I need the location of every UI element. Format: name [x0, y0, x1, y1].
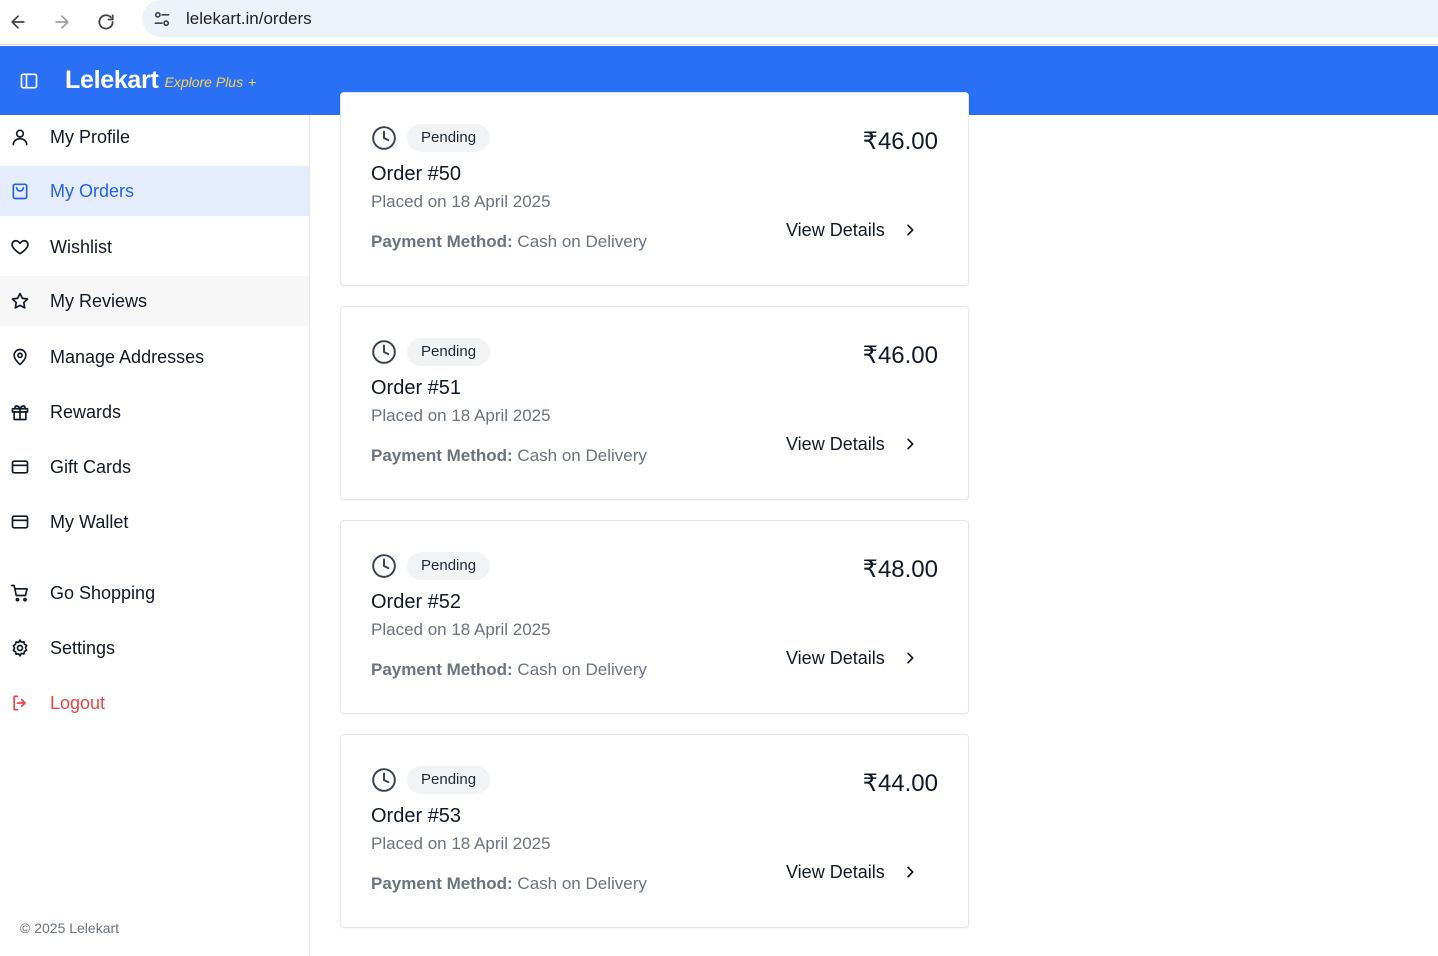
sidebar-item-my-profile[interactable]: My Profile: [0, 112, 309, 162]
sidebar-item-gift-cards[interactable]: Gift Cards: [0, 442, 309, 492]
view-details-label: View Details: [786, 861, 885, 882]
status-badge: Pending: [407, 552, 491, 580]
brand-plus: +: [248, 73, 257, 90]
order-title: Order #53: [371, 805, 462, 827]
reload-icon: [98, 14, 114, 30]
copyright-text: © 2025 Lelekart: [20, 920, 120, 936]
back-button[interactable]: [0, 5, 40, 39]
chevron-right-icon: [906, 438, 914, 450]
sidebar-item-label: Go Shopping: [50, 582, 156, 603]
forward-button[interactable]: [40, 5, 84, 39]
reload-button[interactable]: [84, 5, 128, 39]
sidebar-panel-icon: [20, 73, 38, 88]
sidebar-item-label: Logout: [50, 692, 106, 713]
sidebar-item-label: Manage Addresses: [50, 346, 205, 367]
browser-toolbar: lelekart.in/orders: [0, 0, 1438, 45]
order-payment: Payment Method: Cash on Delivery: [371, 660, 647, 680]
payment-method-value: Cash on Delivery: [517, 874, 647, 893]
shopping-cart-icon: [10, 583, 30, 603]
order-date: Placed on 18 April 2025: [371, 406, 551, 425]
order-price: ₹44.00: [862, 770, 938, 797]
view-details-button[interactable]: View Details: [786, 859, 918, 885]
sidebar-item-settings[interactable]: Settings: [0, 623, 309, 673]
sidebar-item-label: My Reviews: [50, 290, 148, 311]
view-details-label: View Details: [786, 219, 885, 240]
order-payment: Payment Method: Cash on Delivery: [371, 232, 647, 252]
sidebar-item-logout[interactable]: Logout: [0, 678, 309, 728]
payment-method-value: Cash on Delivery: [517, 232, 647, 251]
view-details-label: View Details: [786, 647, 885, 668]
url-text: lelekart.in/orders: [186, 8, 312, 28]
status-badge: Pending: [407, 338, 491, 366]
sidebar-item-my-reviews[interactable]: My Reviews: [0, 276, 309, 326]
payment-method-label: Payment Method:: [371, 660, 513, 679]
arrow-right-icon: [55, 15, 69, 29]
site-settings-icon[interactable]: [150, 7, 174, 31]
clock-icon: [372, 126, 396, 150]
sidebar-item-go-shopping[interactable]: Go Shopping: [0, 568, 309, 618]
sidebar-toggle-button[interactable]: [18, 70, 40, 92]
payment-method-value: Cash on Delivery: [517, 446, 647, 465]
brand-tagline: Explore Plus: [164, 73, 244, 90]
order-card: Pending Order #53 Placed on 18 April 202…: [340, 734, 969, 928]
sidebar-item-label: Wishlist: [50, 236, 112, 257]
order-date: Placed on 18 April 2025: [371, 192, 551, 211]
sidebar-item-wishlist[interactable]: Wishlist: [0, 222, 309, 272]
map-pin-icon: [10, 347, 30, 367]
order-payment: Payment Method: Cash on Delivery: [371, 446, 647, 466]
clock-icon: [372, 768, 396, 792]
payment-method-label: Payment Method:: [371, 446, 513, 465]
sidebar-item-label: Rewards: [50, 401, 122, 422]
wallet-icon: [10, 512, 30, 532]
chevron-right-icon: [906, 652, 914, 664]
sidebar-item-label: My Profile: [50, 126, 131, 147]
payment-method-label: Payment Method:: [371, 874, 513, 893]
sidebar-item-label: Settings: [50, 637, 116, 658]
credit-card-icon: [10, 457, 30, 477]
address-bar[interactable]: lelekart.in/orders: [142, 0, 1438, 37]
sidebar-item-label: My Wallet: [50, 511, 129, 532]
gift-icon: [10, 402, 30, 422]
logout-icon: [10, 693, 30, 713]
sidebar-item-my-wallet[interactable]: My Wallet: [0, 497, 309, 547]
status-badge: Pending: [407, 766, 491, 794]
chevron-right-icon: [906, 224, 914, 236]
settings-icon: [10, 638, 30, 658]
sidebar-item-manage-addresses[interactable]: Manage Addresses: [0, 332, 309, 382]
order-card: Pending Order #52 Placed on 18 April 202…: [340, 520, 969, 714]
order-card: Pending Order #50 Placed on 18 April 202…: [340, 92, 969, 286]
chevron-right-icon: [906, 866, 914, 878]
payment-method-label: Payment Method:: [371, 232, 513, 251]
order-title: Order #52: [371, 591, 462, 613]
order-price: ₹46.00: [862, 128, 938, 155]
sidebar: My Profile My Orders Wishlist My Reviews…: [0, 115, 310, 956]
sidebar-item-rewards[interactable]: Rewards: [0, 387, 309, 437]
order-title: Order #51: [371, 377, 462, 399]
shopping-bag-icon: [10, 181, 30, 201]
clock-icon: [372, 554, 396, 578]
status-badge: Pending: [407, 124, 491, 152]
view-details-button[interactable]: View Details: [786, 217, 918, 243]
view-details-button[interactable]: View Details: [786, 431, 918, 457]
heart-icon: [10, 237, 30, 257]
sidebar-item-label: My Orders: [50, 180, 135, 201]
view-details-label: View Details: [786, 433, 885, 454]
user-icon: [10, 127, 30, 147]
order-price: ₹48.00: [862, 556, 938, 583]
order-price: ₹46.00: [862, 342, 938, 369]
order-title: Order #50: [371, 163, 462, 185]
order-date: Placed on 18 April 2025: [371, 834, 551, 853]
order-date: Placed on 18 April 2025: [371, 620, 551, 639]
sidebar-item-label: Gift Cards: [50, 456, 132, 477]
order-card: Pending Order #51 Placed on 18 April 202…: [340, 306, 969, 500]
view-details-button[interactable]: View Details: [786, 645, 918, 671]
brand-logo[interactable]: Lelekart: [65, 66, 159, 95]
star-icon: [10, 291, 30, 311]
sidebar-item-my-orders[interactable]: My Orders: [0, 166, 309, 216]
clock-icon: [372, 340, 396, 364]
arrow-left-icon: [11, 15, 25, 29]
order-payment: Payment Method: Cash on Delivery: [371, 874, 647, 894]
payment-method-value: Cash on Delivery: [517, 660, 647, 679]
